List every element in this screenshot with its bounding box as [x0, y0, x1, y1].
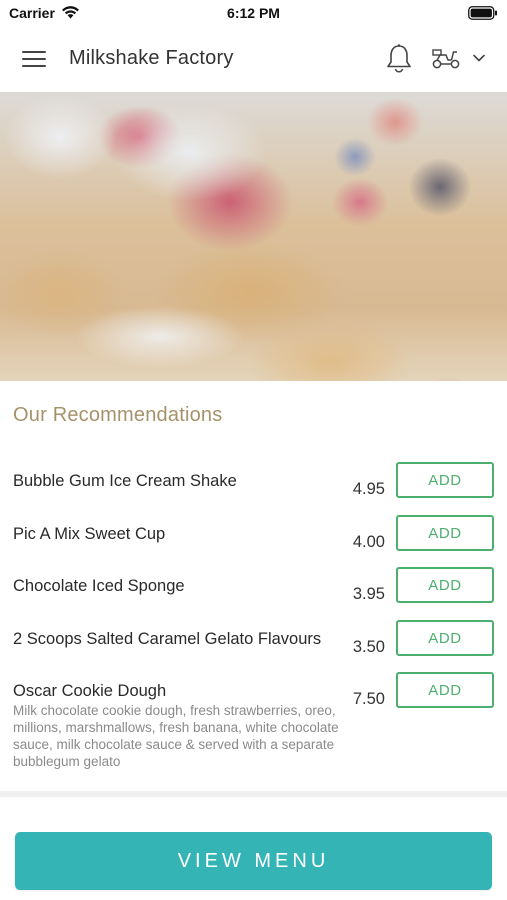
item-name: Pic A Mix Sweet Cup — [13, 525, 166, 543]
item-description: Milk chocolate cookie dough, fresh straw… — [13, 703, 339, 769]
item-price: 4.95 — [352, 480, 385, 498]
section-title: Our Recommendations — [13, 404, 223, 426]
status-time: 6:12 PM — [227, 5, 280, 21]
battery-icon — [468, 6, 497, 20]
view-menu-button[interactable]: VIEW MENU — [15, 832, 492, 890]
app-header: Milkshake Factory — [0, 26, 507, 92]
status-bar: Carrier 6:12 PM — [0, 0, 507, 26]
item-price: 7.50 — [352, 690, 385, 708]
divider — [0, 791, 507, 797]
menu-item: Bubble Gum Ice Cream Shake 4.95 ADD — [0, 462, 507, 508]
item-name: Oscar Cookie Dough — [13, 682, 167, 700]
add-button[interactable]: ADD — [396, 515, 494, 551]
bell-icon[interactable] — [385, 43, 413, 75]
menu-item: Chocolate Iced Sponge 3.95 ADD — [0, 567, 507, 613]
hero-image — [0, 92, 507, 381]
item-name: Chocolate Iced Sponge — [13, 577, 185, 595]
item-name: Bubble Gum Ice Cream Shake — [13, 472, 237, 490]
chevron-down-icon[interactable] — [472, 53, 486, 63]
item-price: 3.50 — [352, 638, 385, 656]
page-title: Milkshake Factory — [69, 47, 234, 69]
item-price: 4.00 — [352, 533, 385, 551]
menu-item: Pic A Mix Sweet Cup 4.00 ADD — [0, 515, 507, 561]
item-name: 2 Scoops Salted Caramel Gelato Flavours — [13, 630, 322, 648]
add-button[interactable]: ADD — [396, 672, 494, 708]
add-button[interactable]: ADD — [396, 462, 494, 498]
scooter-icon[interactable] — [431, 46, 461, 70]
menu-icon[interactable] — [22, 48, 48, 68]
menu-item: 2 Scoops Salted Caramel Gelato Flavours … — [0, 620, 507, 666]
add-button[interactable]: ADD — [396, 567, 494, 603]
menu-item: Oscar Cookie Dough Milk chocolate cookie… — [0, 672, 507, 774]
add-button[interactable]: ADD — [396, 620, 494, 656]
item-price: 3.95 — [352, 585, 385, 603]
